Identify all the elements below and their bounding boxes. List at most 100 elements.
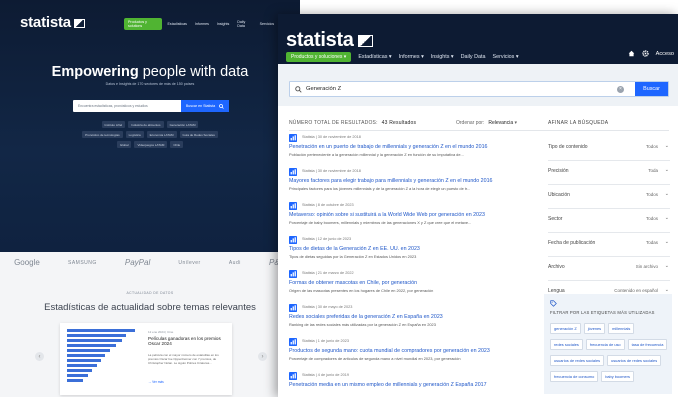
result-source: Statista | 30 de noviembre de 2018 — [302, 169, 361, 173]
search-results-panel: statista Productos y soluciones ▾ Estadí… — [278, 14, 678, 397]
result-source: Statista | 30 de mayo de 2023 — [302, 305, 353, 309]
tag-chip[interactable]: baby boomers — [601, 371, 634, 382]
nav-products-button[interactable]: Productos y solutions — [124, 18, 162, 30]
chevron-down-icon: ⌄ — [664, 287, 669, 293]
login-link[interactable]: Acceso — [656, 51, 674, 57]
hero-search-input[interactable]: Encuentra estadísticas, pronósticos y es… — [78, 104, 148, 108]
card-title[interactable]: Películas ganadoras en los premios Oscar… — [148, 336, 226, 347]
result-item[interactable]: Statista | 21 de marzo de 2022 Formas de… — [289, 269, 519, 303]
tag-chip[interactable]: frecuencia de uso — [585, 339, 625, 350]
topic-chip[interactable]: Pronóstico de tecnologías — [82, 131, 123, 138]
featured-stat-card[interactable]: 12 ene 2024 | Cine Películas ganadoras e… — [60, 323, 232, 395]
result-title-link[interactable]: Formas de obtener mascotas en Chile, por… — [289, 280, 521, 286]
results-count: NÚMERO TOTAL DE RESULTADOS: 43 Resultados — [289, 120, 417, 126]
nav-item-daily-data[interactable]: Daily Data — [461, 54, 486, 60]
tag-chip[interactable]: jóvenes — [583, 323, 606, 334]
hero-search-box[interactable]: Encuentra estadísticas, pronósticos y es… — [73, 100, 229, 112]
tags-list: generación Z jóvenes millennials redes s… — [550, 323, 670, 382]
main-nav: Productos y soluciones ▾ Estadísticas ▾ … — [286, 52, 519, 62]
result-source: Statista | 12 de junio de 2023 — [302, 237, 352, 241]
result-item[interactable]: Statista | 30 de noviembre de 2018 Mayor… — [289, 167, 519, 201]
tag-chip[interactable]: usuarios de redes sociales — [550, 355, 605, 366]
tag-chip[interactable]: redes sociales — [550, 339, 583, 350]
chevron-down-icon: ⌄ — [664, 215, 669, 221]
nav-item-reports[interactable]: Informes ▾ — [399, 54, 424, 60]
filter-archive[interactable]: Archivo Sin archivo ⌄ — [548, 257, 670, 281]
result-title-link[interactable]: Penetración media en un mismo empleo de … — [289, 382, 521, 388]
tag-icon — [550, 300, 557, 307]
result-description: Principales factores para los jóvenes mi… — [289, 186, 471, 191]
result-source: Statista | 21 de marzo de 2022 — [302, 271, 354, 275]
result-title-link[interactable]: Productos de segunda mano: cuota mundial… — [289, 348, 521, 354]
carousel-next-button[interactable]: › — [258, 352, 267, 361]
result-title-link[interactable]: Mayores factores para elegir trabajo par… — [289, 178, 521, 184]
search-button[interactable]: Buscar — [635, 82, 668, 96]
result-item[interactable]: Statista | 30 de noviembre de 2018 Penet… — [289, 133, 519, 167]
unilever-logo: Unilever — [178, 259, 201, 266]
result-title-link[interactable]: Penetración en un puerto de trabajo de m… — [289, 144, 521, 150]
nav-item-statistics[interactable]: Estadísticas — [166, 20, 189, 28]
nav-item-services[interactable]: Servicios ▾ — [492, 54, 518, 60]
result-item[interactable]: Statista | 1 de junio de 2023 Productos … — [289, 337, 519, 371]
topic-chip[interactable]: Guía de Redes Sociales — [179, 131, 218, 138]
homepage-panel: statista Productos y solutions Estadísti… — [0, 0, 300, 397]
hero-headline: Empowering people with data — [51, 64, 249, 80]
popular-tags-box: FILTRAR POR LAS ETIQUETAS MÁS UTILIZADAS… — [544, 294, 672, 394]
search-box[interactable]: Generación Z × Buscar — [289, 81, 669, 97]
nav-item-services[interactable]: Servicios — [258, 20, 277, 28]
statistic-chart-icon — [289, 372, 297, 380]
result-item[interactable]: Statista | 12 de junio de 2023 Tipos de … — [289, 235, 519, 269]
gear-icon[interactable] — [641, 50, 649, 57]
tag-chip[interactable]: frecuencia de consumo — [550, 371, 599, 382]
filter-location[interactable]: Ubicación Todos ⌄ — [548, 185, 670, 209]
filter-accuracy[interactable]: Precisión Toda ⌄ — [548, 161, 670, 185]
card-description: La película con el mayor número de estat… — [148, 353, 219, 365]
result-title-link[interactable]: Tipos de dietas de la Generación Z en EE… — [289, 246, 521, 252]
chevron-down-icon: ⌄ — [664, 191, 669, 197]
topic-chip[interactable]: Chile — [170, 141, 184, 148]
search-input[interactable]: Generación Z — [306, 86, 341, 92]
tag-chip[interactable]: generación Z — [550, 323, 581, 334]
topic-chip[interactable]: Instituto Liftel — [101, 121, 126, 128]
nav-products-button[interactable]: Productos y soluciones ▾ — [286, 52, 352, 62]
result-title-link[interactable]: Redes sociales preferidas de la generaci… — [289, 314, 521, 320]
nav-item-statistics[interactable]: Estadísticas ▾ — [358, 54, 391, 60]
topic-chip[interactable]: Logística — [125, 131, 144, 138]
result-item[interactable]: Statista | 30 de mayo de 2023 Redes soci… — [289, 303, 519, 337]
refine-heading: AFINAR LA BÚSQUEDA — [548, 120, 609, 126]
nav-item-reports[interactable]: Informes — [193, 20, 211, 28]
chevron-down-icon: ⌄ — [664, 239, 669, 245]
hero-search-button[interactable]: Buscar en Statista — [181, 100, 229, 112]
carousel-prev-button[interactable]: ‹ — [35, 352, 44, 361]
card-more-link[interactable]: → Ver más — [148, 380, 164, 384]
hero-section: statista Productos y solutions Estadísti… — [0, 0, 300, 252]
topic-chip[interactable]: Videojuegos LATAM — [134, 141, 168, 148]
filter-content-type[interactable]: Tipo de contenido Todos ⌄ — [548, 137, 670, 161]
result-item[interactable]: Statista | 4 de junio de 2019 Penetració… — [289, 371, 519, 397]
tag-chip[interactable]: usuarios de redes sociales — [607, 355, 662, 366]
statista-logo[interactable]: statista — [20, 14, 85, 31]
nav-item-insights[interactable]: Insights — [215, 20, 231, 28]
tag-chip[interactable]: millennials — [608, 323, 635, 334]
home-icon[interactable] — [628, 50, 635, 57]
clear-search-icon[interactable]: × — [617, 86, 624, 93]
result-title-link[interactable]: Metaverso: opinión sobre si sustituirá a… — [289, 212, 521, 218]
chevron-down-icon: ⌄ — [664, 167, 669, 173]
result-source: Statista | 1 de junio de 2023 — [302, 339, 350, 343]
result-description: Porcentaje de compradores de artículos d… — [289, 356, 461, 361]
topic-chip[interactable]: Global — [116, 141, 132, 148]
sort-dropdown[interactable]: Ordenar por: Relevancia ▾ — [456, 120, 517, 126]
nav-item-daily-data[interactable]: Daily Data — [235, 18, 253, 30]
tag-chip[interactable]: tasa de frecuencia — [627, 339, 668, 350]
topic-chip[interactable]: Industria de alimentos — [128, 121, 164, 128]
topic-chip[interactable]: Generación LATAM — [166, 121, 199, 128]
statista-logo[interactable]: statista — [286, 29, 373, 52]
result-description: Población perteneciente a la generación … — [289, 152, 464, 157]
nav-item-insights[interactable]: Insights ▾ — [431, 54, 454, 60]
topic-chip[interactable]: Economía LATAM — [146, 131, 177, 138]
filter-publication-date[interactable]: Fecha de publicación Todas ⌄ — [548, 233, 670, 257]
results-list: Statista | 30 de noviembre de 2018 Penet… — [289, 133, 519, 397]
divider — [289, 130, 669, 131]
result-item[interactable]: Statista | 8 de octubre de 2023 Metavers… — [289, 201, 519, 235]
filter-sector[interactable]: Sector Todos ⌄ — [548, 209, 670, 233]
